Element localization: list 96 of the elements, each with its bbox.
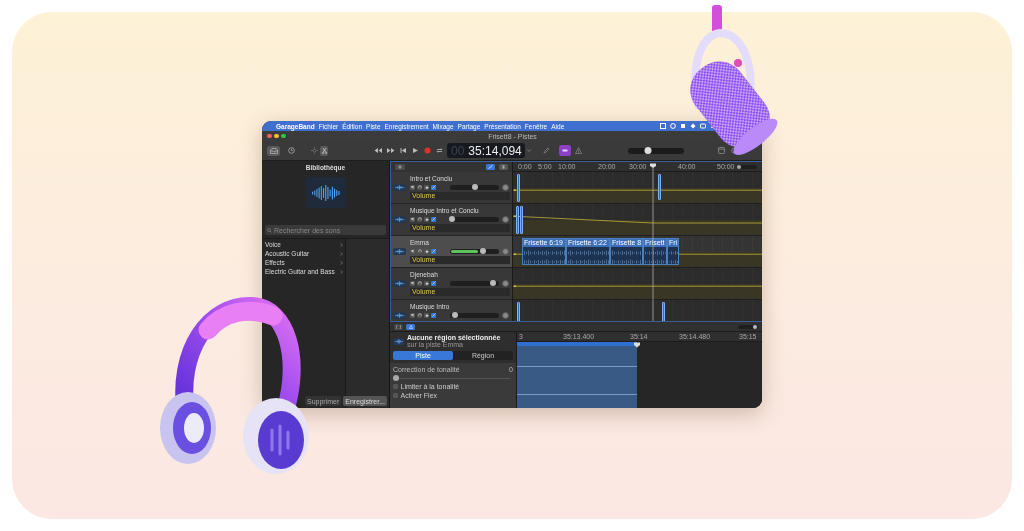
notepad-icon[interactable]: [718, 147, 725, 154]
clock-icon[interactable]: [288, 147, 295, 154]
slider-thumb[interactable]: [753, 324, 757, 329]
automation-toggle[interactable]: [431, 248, 436, 254]
audio-region: [658, 174, 661, 200]
checkbox[interactable]: [393, 393, 398, 398]
headphones-button[interactable]: [417, 216, 422, 222]
scissors-button[interactable]: [320, 145, 328, 156]
slider-thumb[interactable]: [393, 375, 399, 381]
lock-button[interactable]: [424, 184, 429, 190]
lock-button[interactable]: [424, 280, 429, 286]
volume-slider[interactable]: [450, 280, 499, 286]
options-icon: [502, 165, 505, 169]
headphones-icon: [417, 281, 422, 285]
checkbox[interactable]: [393, 384, 398, 389]
time-readout: 35:14,094: [468, 143, 522, 158]
lock-button[interactable]: [424, 312, 429, 318]
cycle-icon[interactable]: [436, 147, 443, 154]
headphones-button[interactable]: [417, 248, 422, 254]
volume-slider[interactable]: [450, 216, 499, 222]
volume-slider[interactable]: [450, 312, 499, 318]
mute-icon: [410, 185, 415, 189]
automation-icon: [431, 217, 436, 221]
slider-thumb[interactable]: [480, 248, 487, 254]
mute-button[interactable]: [410, 248, 415, 254]
slider-thumb[interactable]: [490, 280, 497, 286]
inbox-icon: [269, 147, 278, 154]
plus-icon: [398, 165, 402, 169]
automation-icon: [431, 281, 436, 285]
add-track-button[interactable]: [395, 164, 405, 170]
automation-icon: [431, 313, 436, 317]
mute-icon: [410, 281, 415, 285]
lock-icon: [424, 185, 429, 189]
headphones-icon: [417, 217, 422, 221]
lock-button[interactable]: [424, 248, 429, 254]
headphones-button[interactable]: [417, 312, 422, 318]
headphones-icon: [417, 249, 422, 253]
slider-thumb[interactable]: [449, 216, 456, 222]
zoom-button[interactable]: [281, 133, 286, 139]
lock-icon: [424, 281, 429, 285]
audio-region: [662, 302, 665, 321]
slider-thumb[interactable]: [471, 184, 478, 190]
lock-icon: [424, 217, 429, 221]
minimize-button[interactable]: [274, 133, 279, 139]
mute-button[interactable]: [410, 216, 415, 222]
automation-toggle[interactable]: [431, 280, 436, 286]
automation-icon: [431, 185, 436, 189]
editor-button[interactable]: [406, 323, 415, 330]
volume-slider[interactable]: [450, 248, 499, 254]
play-icon[interactable]: [412, 147, 419, 154]
headphones-icon: [417, 185, 422, 189]
waveform-icon: [394, 338, 403, 344]
pencil-icon: [488, 165, 493, 169]
track-options-button[interactable]: [499, 164, 508, 170]
audio-region: [517, 174, 520, 202]
mute-button[interactable]: [410, 312, 415, 318]
pan-knob[interactable]: [502, 311, 509, 319]
smart-controls-button[interactable]: [394, 323, 403, 330]
mute-icon: [410, 217, 415, 221]
rewind-icon[interactable]: [374, 147, 382, 154]
pan-knob[interactable]: [502, 279, 509, 287]
volume-slider[interactable]: [628, 147, 684, 154]
lock-icon: [424, 249, 429, 253]
headphones-icon: [417, 313, 422, 317]
automation-icon: [431, 249, 436, 253]
volume-slider[interactable]: [450, 184, 499, 190]
mute-icon: [410, 249, 415, 253]
pan-knob[interactable]: [502, 183, 509, 191]
close-button[interactable]: [267, 133, 272, 139]
mute-icon: [410, 313, 415, 317]
pan-knob[interactable]: [502, 215, 509, 223]
record-icon[interactable]: [424, 147, 431, 154]
headphones-button[interactable]: [417, 280, 422, 286]
lock-icon: [424, 313, 429, 317]
automation-toggle[interactable]: [431, 216, 436, 222]
zoom-slider[interactable]: [738, 324, 758, 329]
headphones-button[interactable]: [417, 184, 422, 190]
audio-region: [517, 302, 520, 321]
tempo-button[interactable]: [559, 145, 571, 156]
slider-thumb[interactable]: [644, 146, 652, 154]
fast-forward-icon[interactable]: [387, 147, 395, 154]
slider-thumb[interactable]: [451, 312, 458, 318]
library-button[interactable]: [267, 145, 280, 156]
automation-toggle[interactable]: [431, 184, 436, 190]
mute-button[interactable]: [410, 184, 415, 190]
automation-toggle[interactable]: [431, 312, 436, 318]
search-icon: [267, 227, 272, 233]
scissors-icon: [321, 147, 327, 154]
skip-to-start-icon[interactable]: [400, 147, 407, 154]
lock-button[interactable]: [424, 216, 429, 222]
tuner-icon: [408, 324, 413, 329]
pitch-slider[interactable]: [396, 375, 510, 381]
automation-button[interactable]: [486, 164, 495, 170]
brackets-icon: [396, 324, 401, 329]
slider-thumb[interactable]: [737, 165, 741, 169]
mute-button[interactable]: [410, 280, 415, 286]
